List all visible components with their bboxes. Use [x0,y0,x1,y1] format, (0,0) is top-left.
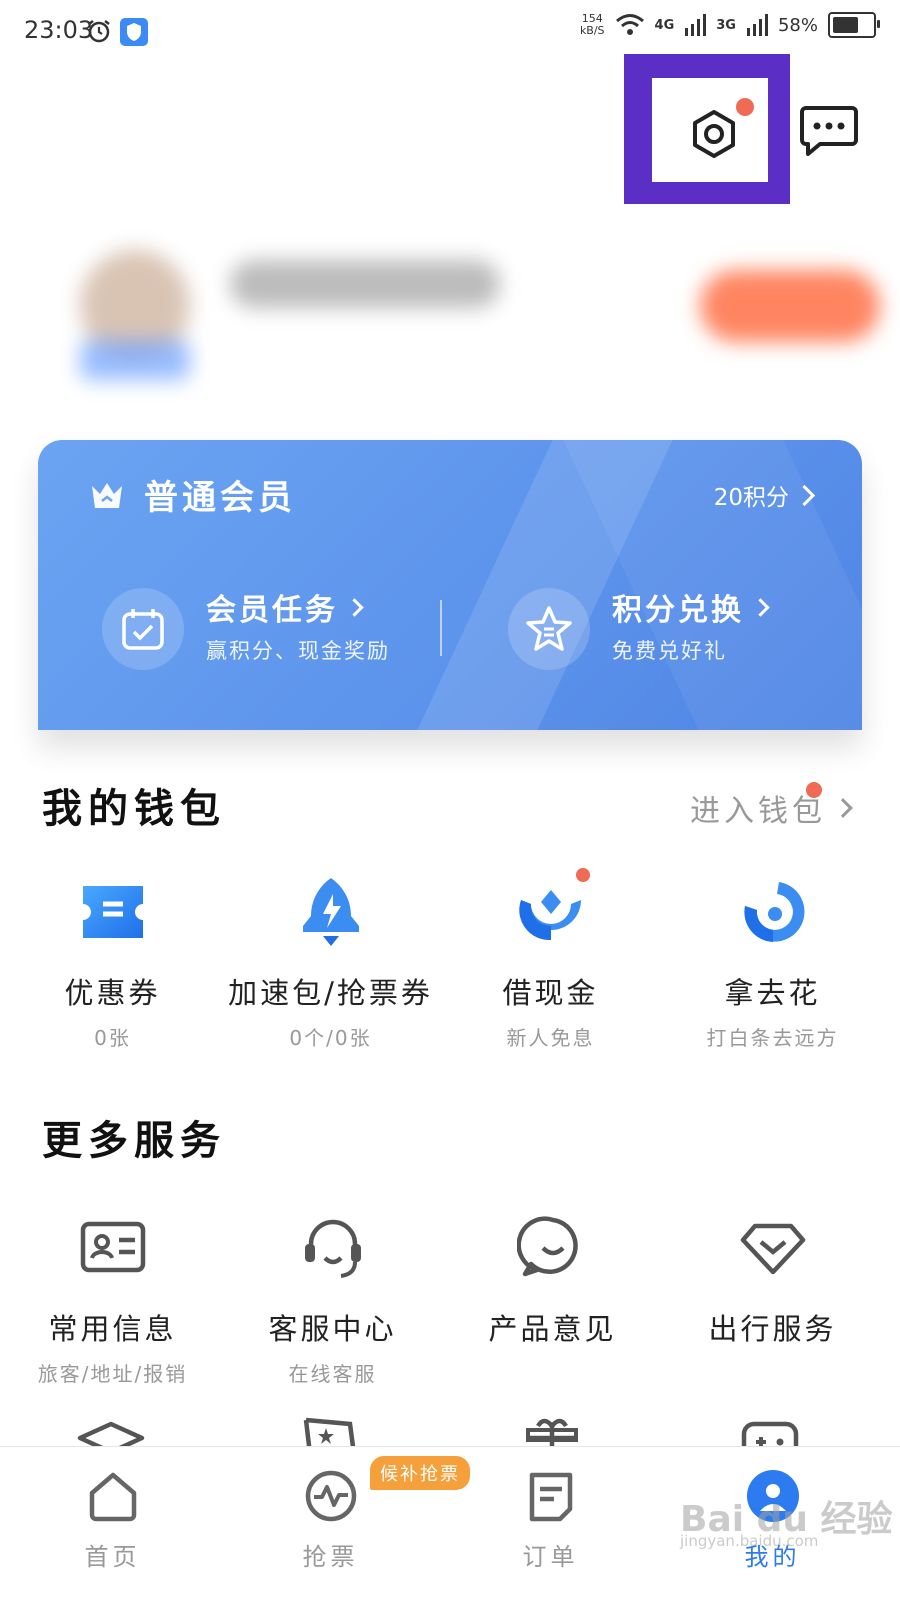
nav-tab-orders[interactable]: 订单 [438,1467,663,1572]
gear-icon [693,110,735,158]
status-time: 23:03 [24,16,94,44]
avatar-badge [80,340,190,380]
service-item-feedback[interactable]: 产品意见 [440,1212,665,1348]
home-icon [84,1467,142,1525]
waitlist-badge: 候补抢票 [370,1456,470,1490]
headset-icon [297,1212,369,1284]
id-card-icon [77,1212,149,1284]
member-task[interactable]: 会员任务 赢积分、现金奖励 [206,585,390,665]
services-next-row-partial [0,1410,900,1446]
wifi-icon [615,14,644,35]
member-task-sub: 赢积分、现金奖励 [206,639,390,663]
username-blurred [230,260,500,308]
points-exchange-icon-wrap[interactable] [508,588,590,670]
chevron-right-icon [345,597,364,617]
card-divider [440,600,442,656]
wallet-item-credit[interactable]: 拿去花 打白条去远方 [660,876,885,1051]
points-exchange[interactable]: 积分兑换 免费兑好礼 [612,585,770,665]
ticket-grab-icon [302,1467,360,1525]
nav-label: 抢票 [302,1543,359,1571]
signal-icon-2 [746,14,768,36]
status-right: 154 kB/S 4G 3G 58% [579,12,880,38]
network-4g-label: 4G [654,17,675,33]
chat-icon [800,106,858,156]
cash-loan-notification-dot [576,868,590,882]
settings-button[interactable] [688,108,740,160]
feedback-icon [516,1212,589,1284]
more-services-title: 更多服务 [42,1118,226,1164]
wallet-item-label: 拿去花 [724,976,821,1010]
wallet-item-sub: 打白条去远方 [706,1026,839,1050]
coupon-icon [77,876,149,948]
enter-wallet-link[interactable]: 进入钱包 [690,786,853,830]
wallet-item-sub: 0张 [94,1026,131,1050]
watermark-url: jingyan.baidu.com [680,1532,819,1550]
points-label: 20积分 [713,485,789,511]
star-icon [526,606,572,651]
member-task-icon-wrap[interactable] [102,588,184,670]
service-item-travel[interactable]: 出行服务 [660,1212,885,1348]
flag-icon [303,1417,356,1446]
signal-icon [685,14,707,36]
chevron-right-icon [751,597,770,617]
service-item-sub: 旅客/地址/报销 [37,1362,188,1386]
points-exchange-sub: 免费兑好礼 [612,639,727,663]
service-item-label: 产品意见 [488,1312,617,1346]
service-item-label: 客服中心 [268,1312,397,1346]
crown-icon [92,483,122,508]
wallet-section-title: 我的钱包 [42,786,226,832]
wallet-item-label: 优惠券 [64,976,161,1010]
battery-percent: 58% [777,14,818,36]
shield-icon [120,18,148,46]
service-item-label: 常用信息 [48,1312,177,1346]
nav-tab-home[interactable]: 首页 [0,1467,225,1572]
wallet-item-label: 加速包/抢票券 [228,976,433,1010]
game-icon [741,1421,799,1446]
wallet-item-sub: 0个/0张 [289,1026,372,1050]
wallet-item-sub: 新人免息 [506,1026,595,1050]
member-level: 普通会员 [144,478,296,518]
wallet-item-accelerate[interactable]: 加速包/抢票券 0个/0张 [218,876,443,1051]
credit-icon [737,876,809,948]
member-card[interactable]: 普通会员 20积分 会员任务 赢积分、现金奖励 积分兑换 免费兑好礼 [38,440,862,730]
gift-icon [526,1418,578,1446]
settings-notification-dot [736,98,754,116]
service-item-common-info[interactable]: 常用信息 旅客/地址/报销 [0,1212,225,1387]
alarm-icon [88,20,110,43]
calendar-check-icon [122,609,164,650]
wallet-item-coupon[interactable]: 优惠券 0张 [0,876,225,1051]
points-exchange-title: 积分兑换 [612,593,744,628]
graduation-cap-icon [77,1421,145,1446]
member-task-title: 会员任务 [206,593,338,628]
chevron-right-icon [793,484,816,506]
points-link[interactable]: 20积分 [713,478,816,512]
service-item-sub: 在线客服 [288,1362,377,1386]
message-button[interactable] [800,104,858,156]
diamond-icon [737,1212,809,1284]
network-3g-label: 3G [716,17,736,33]
wallet-item-label: 借现金 [502,976,599,1010]
wallet-item-cash-loan[interactable]: 借现金 新人免息 [438,876,663,1051]
service-item-label: 出行服务 [708,1312,837,1346]
service-item-customer-service[interactable]: 客服中心 在线客服 [220,1212,445,1387]
status-bar: 23:03 154 kB/S 4G 3G 58% [0,0,900,62]
nav-label: 订单 [522,1543,579,1571]
profile-action-button[interactable] [700,270,880,342]
rocket-icon [295,876,367,948]
cash-loan-icon [515,876,587,948]
order-icon [522,1467,580,1525]
wallet-notification-dot [806,782,822,798]
profile-header[interactable] [20,220,880,390]
network-speed: 154 kB/S [579,12,605,37]
nav-label: 首页 [84,1543,141,1571]
chevron-right-icon [833,798,853,818]
battery-icon [828,12,880,38]
